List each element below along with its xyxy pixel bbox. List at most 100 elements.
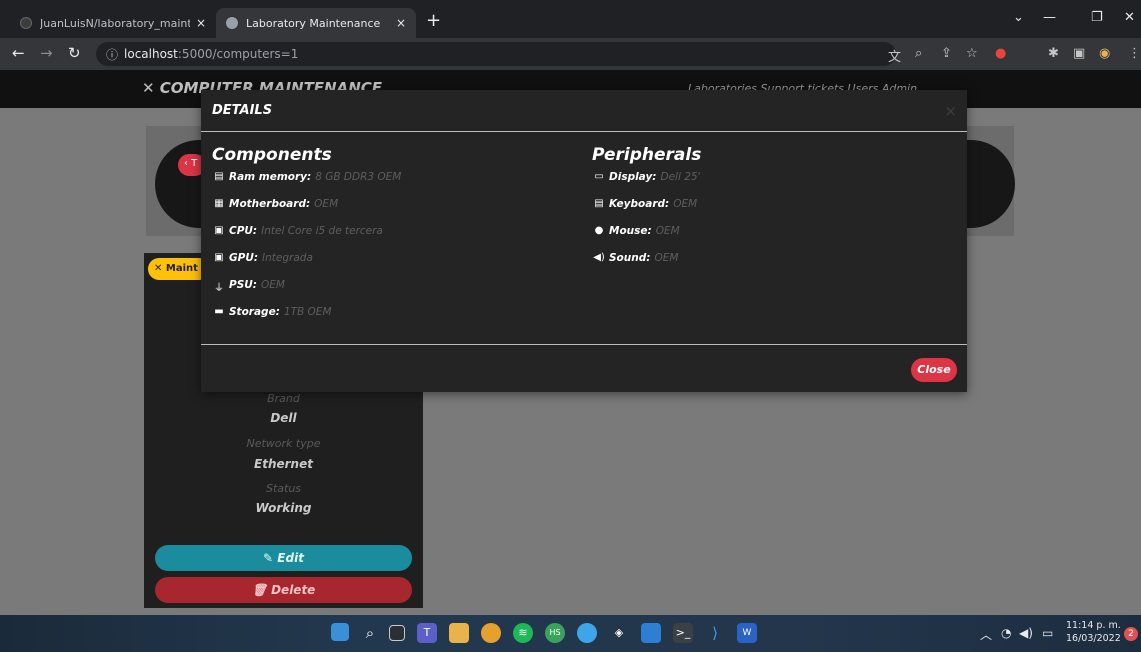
- extension-icon[interactable]: ●: [995, 46, 1006, 61]
- url-host: localhost: [124, 47, 178, 61]
- wifi-icon[interactable]: ◔: [1001, 626, 1011, 640]
- chevron-up-icon[interactable]: ︿: [980, 626, 992, 643]
- page-content: ✕ COMPUTER MAINTENANCE Laboratories Supp…: [0, 70, 1141, 615]
- network-type-value: Ethernet: [254, 457, 313, 471]
- file-explorer-icon[interactable]: [449, 623, 469, 643]
- spotify-icon[interactable]: ≋: [513, 623, 533, 643]
- forward-arrow-icon[interactable]: →: [40, 44, 53, 62]
- peripheral-item: ● Mouse: OEM: [592, 223, 701, 250]
- status-value: Working: [255, 501, 312, 515]
- url-path: :5000/computers=1: [177, 47, 299, 61]
- address-bar[interactable]: ⓘ localhost:5000/computers=1: [96, 42, 896, 66]
- peripheral-label: Sound:: [609, 252, 651, 264]
- component-value: OEM: [314, 198, 339, 210]
- system-clock[interactable]: 11:14 p. m. 16/03/2022: [1066, 619, 1121, 645]
- trash-icon: 🗑: [251, 583, 267, 597]
- github-desktop-icon[interactable]: ◈: [609, 623, 629, 643]
- tab-title: Laboratory Maintenance: [246, 16, 381, 30]
- task-view-icon[interactable]: [389, 625, 405, 641]
- chrome-icon[interactable]: [481, 623, 501, 643]
- component-item: ⏚ PSU: OEM: [212, 277, 401, 304]
- modal-footer: Close: [201, 344, 967, 392]
- minimize-icon[interactable]: —: [1043, 10, 1056, 25]
- back-arrow-icon[interactable]: ←: [12, 44, 25, 62]
- vscode-icon[interactable]: ⟩: [705, 623, 725, 643]
- components-heading: Components: [212, 145, 332, 165]
- component-label: GPU:: [229, 252, 259, 264]
- close-tab-icon[interactable]: ×: [396, 16, 406, 30]
- bookmark-star-icon[interactable]: ☆: [966, 46, 978, 61]
- terminal-icon[interactable]: >_: [673, 623, 693, 643]
- components-column: Components ▤ Ram memory: 8 GB DDR3 OEM ▦…: [212, 145, 401, 331]
- plug-icon: ⏚: [214, 283, 224, 294]
- close-tab-icon[interactable]: ×: [196, 16, 206, 30]
- app-icon[interactable]: [577, 623, 597, 643]
- peripheral-label: Display:: [609, 171, 657, 183]
- globe-icon: [226, 17, 238, 29]
- peripheral-label: Mouse:: [609, 225, 652, 237]
- component-label: PSU:: [229, 279, 257, 291]
- extensions-puzzle-icon[interactable]: ✱: [1048, 46, 1059, 61]
- gpu-icon: ▣: [214, 252, 224, 263]
- component-label: Ram memory:: [229, 171, 312, 183]
- windows-taskbar: ⌕ T ≋ HS ◈ >_ ⟩ W ︿ ◔ ◀) ▭ 11:14 p. m. 1…: [0, 615, 1141, 652]
- tab-search-icon[interactable]: ⌄: [1013, 10, 1024, 25]
- reload-icon[interactable]: ↻: [68, 44, 81, 62]
- peripherals-heading: Peripherals: [592, 145, 702, 165]
- peripheral-item: ▭ Display: Dell 25': [592, 169, 701, 196]
- restore-icon[interactable]: ❐: [1091, 10, 1103, 25]
- edit-button[interactable]: ✎ Edit: [155, 545, 412, 571]
- side-panel-icon[interactable]: ▣: [1073, 46, 1085, 61]
- translate-icon[interactable]: 文: [888, 46, 901, 65]
- modal-close-icon[interactable]: ×: [944, 102, 957, 120]
- info-icon[interactable]: ⓘ: [106, 46, 118, 63]
- clock-time: 11:14 p. m.: [1066, 620, 1121, 631]
- peripheral-item: ▤ Keyboard: OEM: [592, 196, 701, 223]
- search-icon[interactable]: ⌕: [360, 623, 380, 643]
- photos-icon[interactable]: [641, 623, 661, 643]
- component-label: CPU:: [229, 225, 258, 237]
- component-label: Motherboard:: [229, 198, 311, 210]
- hs-app-icon[interactable]: HS: [545, 623, 565, 643]
- component-value: Intel Core i5 de tercera: [261, 225, 383, 237]
- modal-title: DETAILS: [212, 103, 273, 118]
- browser-tab-strip: JuanLuisN/laboratory_maintenan × Laborat…: [0, 0, 1141, 38]
- word-icon[interactable]: W: [737, 623, 757, 643]
- modal-header: DETAILS ×: [201, 90, 967, 132]
- edit-label: Edit: [277, 551, 304, 565]
- share-icon[interactable]: ⇪: [941, 46, 952, 61]
- windows-start-icon[interactable]: [331, 623, 349, 641]
- profile-avatar[interactable]: ◉: [1099, 46, 1110, 61]
- github-icon: [20, 17, 32, 29]
- close-button[interactable]: Close: [911, 358, 957, 382]
- tab-github[interactable]: JuanLuisN/laboratory_maintenan ×: [10, 8, 216, 38]
- component-item: ▬ Storage: 1TB OEM: [212, 304, 401, 331]
- volume-icon[interactable]: ◀): [1019, 626, 1033, 640]
- battery-icon[interactable]: ▭: [1042, 626, 1053, 640]
- keyboard-icon: ▤: [594, 198, 604, 209]
- component-value: OEM: [260, 279, 285, 291]
- peripheral-value: Dell 25': [660, 171, 701, 183]
- new-tab-button[interactable]: +: [426, 12, 441, 30]
- brand-label: Brand: [267, 392, 300, 405]
- peripheral-value: OEM: [654, 252, 679, 264]
- tab-laboratory-maintenance[interactable]: Laboratory Maintenance ×: [216, 8, 416, 38]
- peripheral-value: OEM: [655, 225, 680, 237]
- delete-button[interactable]: 🗑 Delete: [155, 577, 412, 603]
- clock-date: 16/03/2022: [1066, 633, 1121, 644]
- component-label: Storage:: [229, 306, 280, 318]
- menu-icon[interactable]: ⋮: [1128, 46, 1141, 61]
- tab-title: JuanLuisN/laboratory_maintenan: [40, 16, 190, 30]
- zoom-icon[interactable]: ⌕: [915, 46, 922, 61]
- component-value: 8 GB DDR3 OEM: [315, 171, 402, 183]
- display-icon: ▭: [594, 171, 604, 182]
- status-label: Status: [265, 482, 302, 495]
- speaker-icon: ◀): [593, 252, 605, 263]
- teams-icon[interactable]: T: [417, 623, 437, 643]
- hdd-icon: ▬: [214, 306, 224, 317]
- notification-badge[interactable]: 2: [1124, 627, 1138, 641]
- peripheral-value: OEM: [673, 198, 698, 210]
- details-modal: DETAILS × Components ▤ Ram memory: 8 GB …: [201, 90, 967, 392]
- maintenance-label: Maint: [165, 263, 198, 274]
- window-close-icon[interactable]: ✕: [1124, 10, 1135, 25]
